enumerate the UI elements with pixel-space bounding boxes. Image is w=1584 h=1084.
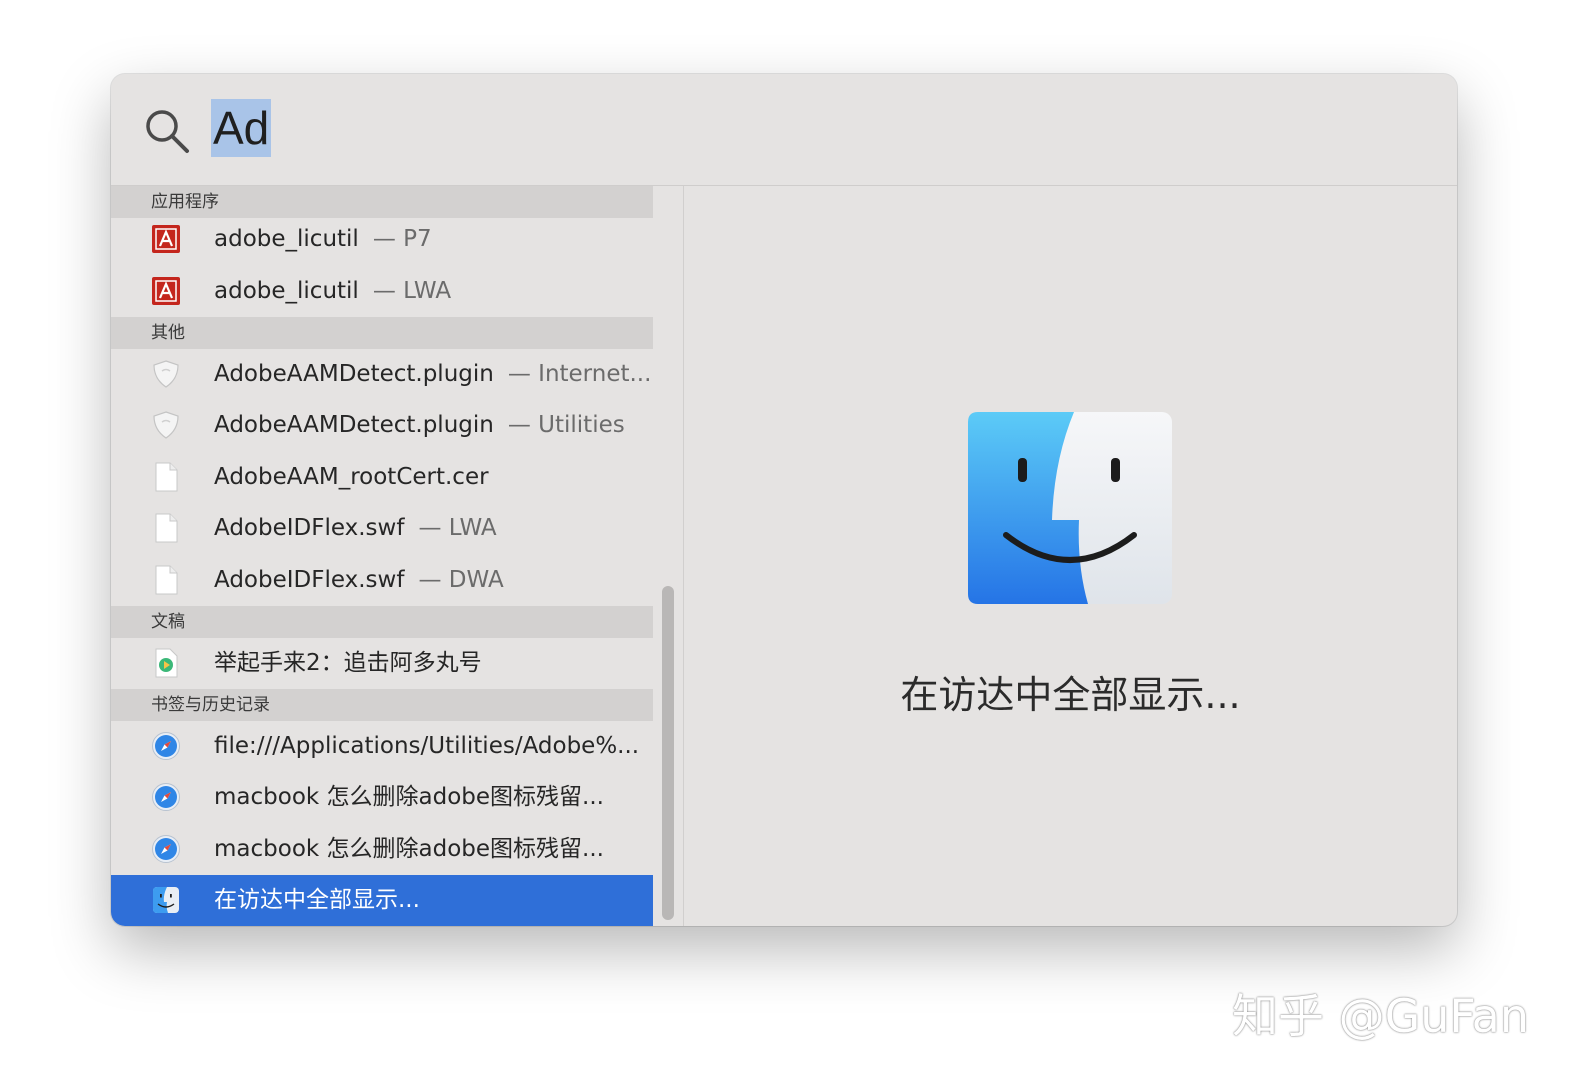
result-row-bookmark-macbook-2[interactable]: macbook 怎么删除adobe图标残留... <box>111 824 653 875</box>
spotlight-window: Ad 应用程序 adobe_licutil — P7 adobe_licutil —… <box>111 74 1457 926</box>
video-icon <box>155 648 178 678</box>
results-list: 应用程序 adobe_licutil — P7 adobe_licutil — LW… <box>111 186 653 926</box>
result-subtitle: — DWA <box>418 567 504 593</box>
result-row-idflex-dwa[interactable]: AdobeIDFlex.swf — DWA <box>111 555 653 606</box>
search-input[interactable]: Ad <box>211 99 272 157</box>
safari-icon <box>152 783 180 811</box>
result-title: AdobeAAM_rootCert.cer <box>214 464 489 490</box>
result-row-video[interactable]: 举起手来2：追击阿多丸号 <box>111 638 653 689</box>
result-subtitle: — LWA <box>372 278 452 304</box>
result-title: macbook 怎么删除adobe图标残留... <box>214 784 604 810</box>
result-title: AdobeAAMDetect.plugin <box>214 361 494 387</box>
result-row-aam-rootcert[interactable]: AdobeAAM_rootCert.cer <box>111 452 653 503</box>
result-row-show-all-finder[interactable]: 在访达中全部显示... <box>111 875 653 926</box>
result-row-aam-plugin-internet[interactable]: AdobeAAMDetect.plugin — Internet... <box>111 349 653 400</box>
document-icon <box>155 462 178 492</box>
search-icon <box>146 110 189 153</box>
finder-icon <box>153 887 179 913</box>
result-title: AdobeIDFlex.swf <box>214 567 405 593</box>
adobe-icon <box>152 225 180 253</box>
result-subtitle: — LWA <box>418 515 497 541</box>
result-row-bookmark-file[interactable]: file:///Applications/Utilities/Adobe%... <box>111 721 653 772</box>
finder-icon <box>968 412 1172 604</box>
result-subtitle: — P7 <box>372 226 432 252</box>
safari-icon <box>152 835 180 863</box>
plugin-icon <box>153 411 179 439</box>
section-header-bookmarks: 书签与历史记录 <box>111 689 653 721</box>
section-header-docs: 文稿 <box>111 606 653 638</box>
result-title: AdobeIDFlex.swf <box>214 515 405 541</box>
result-title: AdobeAAMDetect.plugin <box>214 412 494 438</box>
result-row-bookmark-macbook-1[interactable]: macbook 怎么删除adobe图标残留... <box>111 772 653 823</box>
document-icon <box>155 565 178 595</box>
result-title: macbook 怎么删除adobe图标残留... <box>214 836 604 862</box>
safari-icon <box>152 732 180 760</box>
adobe-icon <box>152 277 180 305</box>
result-row-idflex-lwa[interactable]: AdobeIDFlex.swf — LWA <box>111 503 653 554</box>
result-subtitle: — Utilities <box>507 412 625 438</box>
result-row-adobe-licutil-p7[interactable]: adobe_licutil — P7 <box>111 214 653 265</box>
plugin-icon <box>153 360 179 388</box>
result-title: adobe_licutil <box>214 226 359 252</box>
preview-pane: 在访达中全部显示... <box>684 186 1457 926</box>
section-header-other: 其他 <box>111 317 653 349</box>
search-bar: Ad <box>111 74 1457 186</box>
result-title: adobe_licutil <box>214 278 359 304</box>
preview-label[interactable]: 在访达中全部显示... <box>684 664 1457 719</box>
result-row-adobe-licutil-lwa[interactable]: adobe_licutil — LWA <box>111 266 653 317</box>
document-icon <box>155 513 178 543</box>
result-subtitle: — Internet... <box>507 361 652 387</box>
watermark: 知乎 @GuFan <box>1232 989 1530 1043</box>
result-row-aam-plugin-utilities[interactable]: AdobeAAMDetect.plugin — Utilities <box>111 400 653 451</box>
result-title: 举起手来2：追击阿多丸号 <box>214 650 482 676</box>
result-title: 在访达中全部显示... <box>214 887 420 913</box>
result-title: file:///Applications/Utilities/Adobe%... <box>214 733 640 759</box>
results-scrollbar[interactable] <box>662 586 674 920</box>
